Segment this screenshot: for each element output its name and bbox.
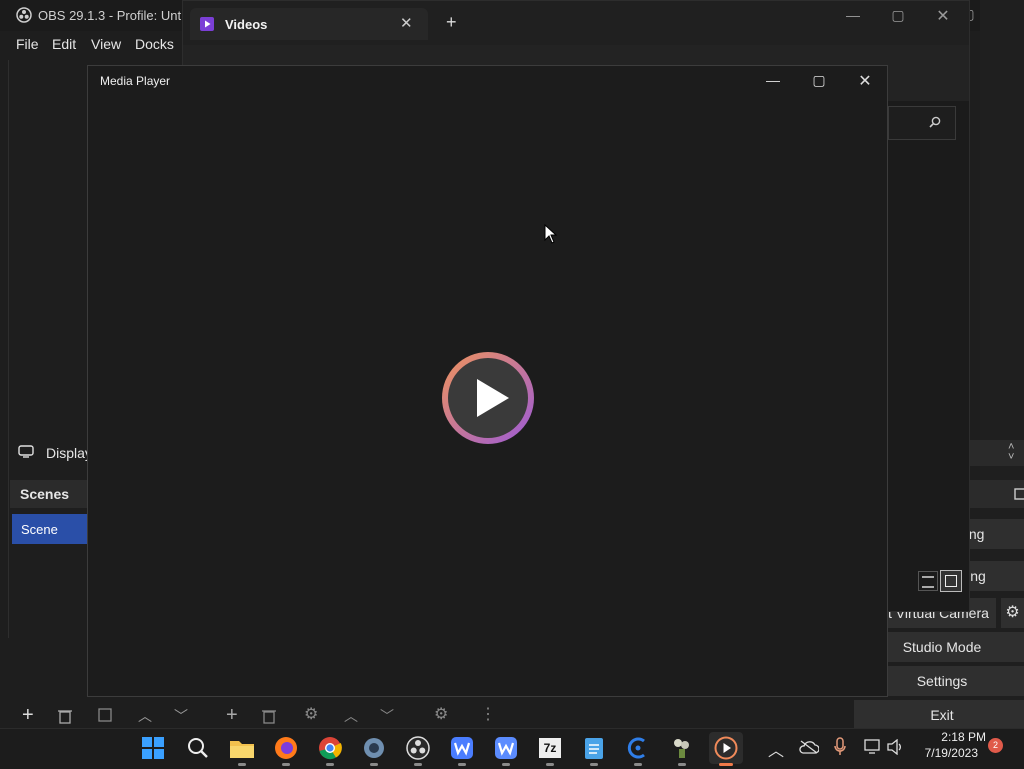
scene-label: Scene [21,522,58,537]
controls-dock-header [968,480,1024,508]
active-indicator [719,763,733,766]
media-player-icon[interactable] [709,732,743,766]
mixer-settings-icon[interactable]: ⚙ [434,704,448,724]
running-indicator [238,763,246,766]
display-source-row[interactable]: Display [10,436,92,468]
notification-badge[interactable]: 2 [988,738,1003,753]
running-indicator [414,763,422,766]
start-icon[interactable] [138,733,168,763]
transition-select[interactable]: ˄ ˅ [968,440,1024,466]
add-source-icon[interactable]: + [226,704,238,727]
remove-source-icon[interactable] [262,708,276,724]
mixer-menu-icon[interactable]: ⋮ [480,704,496,724]
menu-docks[interactable]: Docks [135,36,174,52]
running-indicator [678,763,686,766]
grid-view-icon[interactable] [940,570,962,592]
7zip-icon[interactable]: 7z [535,733,565,766]
videos-minimize-button[interactable]: — [838,7,868,23]
video-library-icon [200,17,214,31]
display-label: Display [46,445,92,461]
exit-button[interactable]: Exit [854,700,1024,728]
running-indicator [282,763,290,766]
menu-file[interactable]: File [16,36,39,52]
move-up-icon[interactable]: ︿ [138,706,152,726]
running-indicator [590,763,598,766]
remove-scene-icon[interactable] [58,708,72,724]
media-player-window: Media Player — ▢ ✕ [87,65,888,697]
volume-icon[interactable] [887,739,905,755]
obs-icon[interactable] [403,733,433,766]
mp-maximize-button[interactable]: ▢ [804,72,834,89]
clock-date[interactable]: 7/19/2023 [912,746,978,760]
videos-close-button[interactable]: ✕ [928,6,958,26]
undock-icon[interactable] [1014,488,1024,500]
menu-edit[interactable]: Edit [52,36,76,52]
videos-maximize-button[interactable]: ▢ [883,7,913,24]
source-up-icon[interactable]: ︿ [344,706,358,726]
onedrive-icon[interactable] [799,740,819,754]
mp-minimize-button[interactable]: — [758,72,788,88]
videos-tab[interactable]: Videos ✕ [190,8,428,40]
scenes-dock-header: Scenes [10,480,90,508]
chevron-up-icon[interactable]: ︿ [768,737,784,761]
notepad-icon[interactable] [579,733,609,766]
running-indicator [370,763,378,766]
plant-icon[interactable] [667,733,697,766]
media-player-title: Media Player [100,74,171,88]
running-indicator [502,763,510,766]
menu-view[interactable]: View [91,36,121,52]
clock-time[interactable]: 2:18 PM [912,730,986,744]
display-icon [18,445,34,458]
running-indicator [546,763,554,766]
settings-app-icon[interactable] [359,733,389,766]
obs-logo-icon [16,7,32,23]
library-search-input[interactable] [888,106,956,140]
videos-tab-title: Videos [225,17,268,32]
source-properties-icon[interactable]: ⚙ [304,704,318,724]
taskbar: 7z ︿ 2:18 PM 7/19/2023 2 [0,728,1024,769]
search-icon [929,116,941,128]
obs-dock-divider [8,60,9,638]
webstorm-icon[interactable] [447,733,477,766]
virtual-camera-settings-icon[interactable]: ⚙ [1001,598,1024,628]
new-tab-button[interactable]: + [446,12,457,33]
add-scene-icon[interactable]: + [22,704,34,727]
move-down-icon[interactable]: ﹀ [174,706,188,726]
list-view-icon[interactable] [918,571,938,591]
file-explorer-icon[interactable] [227,733,257,766]
obs-title: OBS 29.1.3 - Profile: Untitle [38,8,198,23]
chrome-icon[interactable] [315,733,345,766]
running-indicator [458,763,466,766]
mouse-cursor-icon [544,224,558,244]
firefox-icon[interactable] [271,733,301,766]
app-icon[interactable] [623,733,653,766]
spinner-arrows-icon: ˄ ˅ [1008,441,1015,463]
running-indicator [634,763,642,766]
scene-list-item[interactable]: Scene [12,514,90,544]
running-indicator [326,763,334,766]
play-button[interactable] [439,349,537,447]
tab-close-icon[interactable]: ✕ [400,14,413,32]
scene-source-toolbar: + ︿ ﹀ + ⚙ ︿ ﹀ ⚙ ⋮ [18,704,496,728]
mp-close-button[interactable]: ✕ [850,71,880,91]
scene-filter-icon[interactable] [98,708,112,722]
source-down-icon[interactable]: ﹀ [380,706,394,726]
obs-menu-bar: File Edit View Docks [0,31,185,57]
search-icon[interactable] [183,733,213,763]
scenes-title: Scenes [20,486,70,502]
network-icon[interactable] [864,739,882,755]
microphone-icon[interactable] [834,737,846,757]
webstorm-alt-icon[interactable] [491,733,521,766]
